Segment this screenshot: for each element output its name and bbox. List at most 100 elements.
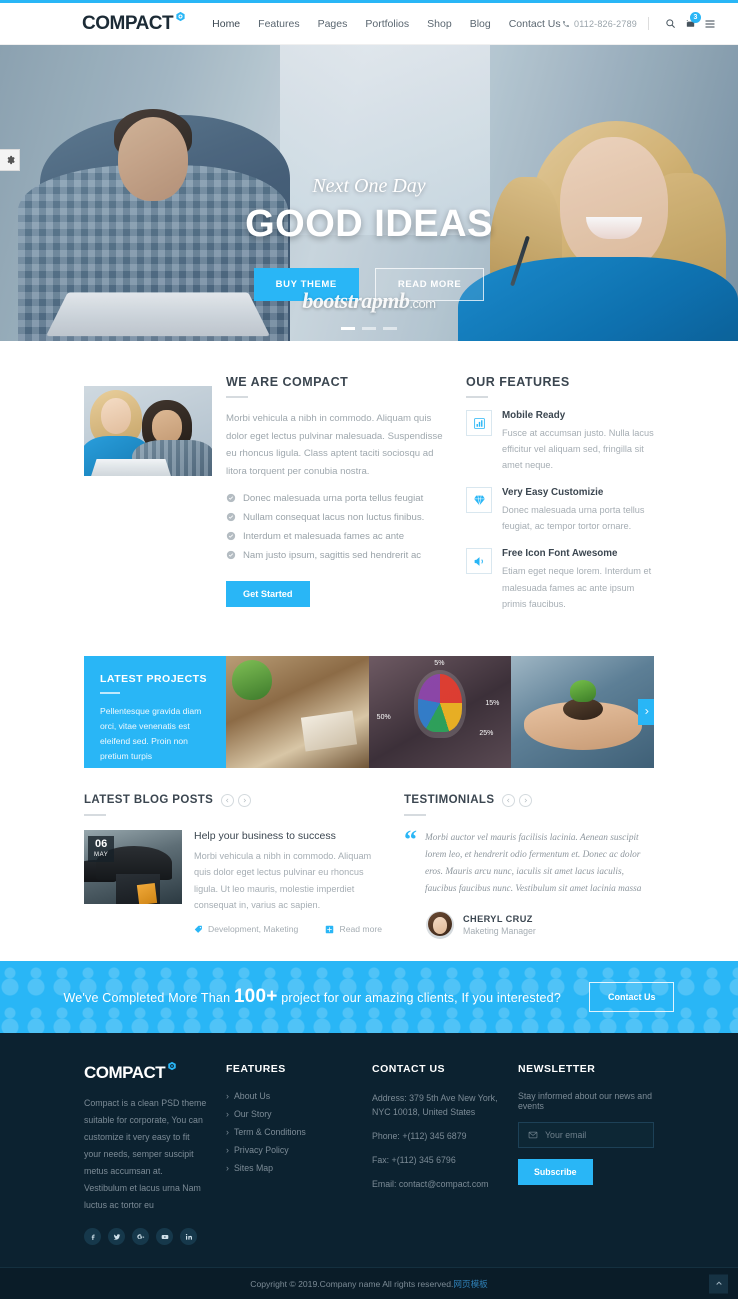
- footer-link-term-conditions[interactable]: › Term & Conditions: [226, 1127, 372, 1137]
- facebook-icon[interactable]: [84, 1228, 101, 1246]
- hero-dot-3[interactable]: [383, 327, 398, 330]
- newsletter-field[interactable]: [518, 1121, 654, 1148]
- blog-date-badge: 06 MAY: [88, 835, 115, 862]
- footer-logo[interactable]: COMPACT: [84, 1061, 208, 1083]
- hero-dot-2[interactable]: [362, 327, 376, 330]
- list-item: Nullam consequat lacus non luctus finibu…: [226, 512, 444, 523]
- testimonials-column: TESTIMONIALS “ Morbi auctor vel mauris f…: [404, 793, 654, 939]
- nav-item-contact-us[interactable]: Contact Us: [509, 18, 561, 30]
- feature-text: Donec malesuada urna porta tellus feugia…: [502, 505, 645, 532]
- tag-icon: [194, 925, 203, 934]
- author-role: Maketing Manager: [463, 925, 536, 936]
- footer-about-text: Compact is a clean PSD theme suitable fo…: [84, 1097, 207, 1211]
- list-item-label: Interdum et malesuada fames ac ante: [243, 530, 405, 542]
- site-header: COMPACT Home Features Pages Portfolios S…: [0, 3, 738, 45]
- cta-text-before: We've Completed More Than: [63, 990, 234, 1005]
- cart-icon[interactable]: 3: [680, 12, 701, 29]
- newsletter-email-input[interactable]: [545, 1129, 644, 1140]
- blog-tags-label: Development, Maketing: [208, 924, 299, 934]
- header-divider: [648, 17, 649, 30]
- testimonials-title: TESTIMONIALS: [404, 794, 495, 807]
- blog-arrows: [221, 793, 252, 807]
- search-icon[interactable]: [660, 18, 680, 29]
- feature-item: Mobile Ready Fusce at accumsan justo. Nu…: [466, 410, 654, 473]
- title-underline: [84, 813, 106, 816]
- blog-read-more-label: Read more: [339, 924, 382, 934]
- header-phone[interactable]: 0112-826-2789: [562, 19, 637, 29]
- footer-email[interactable]: Email: contact@compact.com: [372, 1177, 518, 1192]
- list-item-label: Nullam consequat lacus non luctus finibu…: [243, 511, 425, 523]
- linkedin-icon[interactable]: [180, 1228, 197, 1246]
- chevron-right-icon: ›: [226, 1126, 229, 1137]
- footer-link-our-story[interactable]: › Our Story: [226, 1109, 372, 1119]
- about-features-section: WE ARE COMPACT Morbi vehicula a nibh in …: [0, 341, 738, 652]
- copyright-link[interactable]: 网页模板: [453, 1279, 487, 1289]
- feature-heading: Mobile Ready: [502, 410, 566, 421]
- testimonials-header: TESTIMONIALS: [404, 793, 654, 807]
- header-utilities: 0112-826-2789 3: [562, 12, 720, 30]
- features-title: OUR FEATURES: [466, 375, 570, 389]
- logo-text: COMPACT: [82, 12, 174, 34]
- projects-title: LATEST PROJECTS: [100, 672, 208, 685]
- testimonials-next-icon[interactable]: [519, 793, 533, 807]
- scroll-to-top-icon[interactable]: [709, 1274, 728, 1294]
- get-started-button[interactable]: Get Started: [226, 580, 310, 607]
- hexagon-target-icon: [175, 11, 186, 22]
- feature-item: Free Icon Font Awesome Etiam eget neque …: [466, 548, 654, 611]
- cta-contact-us-button[interactable]: Contact Us: [588, 981, 675, 1012]
- feature-text: Etiam eget neque lorem. Interdum et male…: [502, 566, 652, 609]
- chart-label-25: 25%: [479, 729, 494, 737]
- chevron-right-icon[interactable]: [638, 698, 654, 725]
- quote-icon: “: [404, 824, 417, 854]
- hero-content: Next One Day GOOD IDEAS BUY THEME READ M…: [0, 175, 738, 301]
- project-card-2[interactable]: 5% 15% 25% 50%: [368, 655, 512, 768]
- site-footer: COMPACT Compact is a clean PSD theme sui…: [0, 1032, 738, 1268]
- nav-item-portfolios[interactable]: Portfolios: [365, 18, 409, 30]
- copyright-label: Copyright © 2019.Company name All rights…: [250, 1278, 454, 1289]
- project-card-3[interactable]: [511, 655, 654, 768]
- footer-contact-column: CONTACT US Address: 379 5th Ave New York…: [372, 1063, 518, 1246]
- copyright-bar: Copyright © 2019.Company name All rights…: [0, 1267, 738, 1299]
- twitter-icon[interactable]: [108, 1228, 125, 1246]
- blog-thumbnail[interactable]: 06 MAY: [84, 829, 182, 904]
- hero-dot-1[interactable]: [340, 327, 355, 330]
- gear-icon[interactable]: [0, 149, 20, 171]
- hero-pagination[interactable]: [0, 321, 738, 333]
- title-underline: [100, 691, 120, 694]
- copyright-text: Copyright © 2019.Company name All rights…: [250, 1278, 488, 1290]
- nav-item-pages[interactable]: Pages: [318, 18, 348, 30]
- footer-phone: Phone: +(112) 345 6879: [372, 1131, 467, 1142]
- list-item-label: Donec malesuada urna porta tellus feugia…: [243, 492, 424, 504]
- list-item: Interdum et malesuada fames ac ante: [226, 531, 444, 542]
- nav-item-shop[interactable]: Shop: [427, 18, 452, 30]
- google-plus-icon[interactable]: [132, 1228, 149, 1246]
- footer-features-links: › About Us › Our Story › Term & Conditions …: [226, 1091, 372, 1173]
- youtube-icon[interactable]: [156, 1228, 173, 1246]
- blog-read-more[interactable]: Read more: [325, 924, 382, 934]
- blog-post-meta: Development, Maketing Read more: [194, 924, 382, 934]
- blog-tags[interactable]: Development, Maketing: [194, 924, 298, 934]
- blog-post-excerpt: Morbi vehicula a nibh in commodo. Aliqua…: [194, 850, 372, 911]
- subscribe-button[interactable]: Subscribe: [518, 1158, 593, 1185]
- hamburger-menu-icon[interactable]: [700, 18, 720, 30]
- hero-title: GOOD IDEAS: [245, 203, 493, 245]
- nav-item-features[interactable]: Features: [258, 18, 299, 30]
- blog-post-title[interactable]: Help your business to success: [194, 830, 382, 842]
- envelope-icon: [528, 1130, 538, 1140]
- footer-link-about-us[interactable]: › About Us: [226, 1091, 372, 1101]
- chevron-right-icon: ›: [226, 1090, 229, 1101]
- blog-next-icon[interactable]: [238, 793, 252, 807]
- header-phone-number: 0112-826-2789: [574, 18, 637, 29]
- project-card-1[interactable]: [226, 655, 369, 768]
- cta-text: We've Completed More Than 100+ project f…: [64, 986, 561, 1008]
- logo[interactable]: COMPACT: [82, 11, 186, 35]
- testimonials-prev-icon[interactable]: [502, 793, 516, 807]
- footer-logo-text: COMPACT: [84, 1062, 166, 1082]
- footer-contact-details: Address: 379 5th Ave New York, NYC 10018…: [372, 1091, 518, 1193]
- footer-link-privacy-policy[interactable]: › Privacy Policy: [226, 1145, 372, 1155]
- footer-link-sites-map[interactable]: › Sites Map: [226, 1163, 372, 1173]
- nav-item-blog[interactable]: Blog: [470, 18, 491, 30]
- blog-prev-icon[interactable]: [221, 793, 235, 807]
- nav-item-home[interactable]: Home: [212, 18, 240, 30]
- blog-body: Help your business to success Morbi vehi…: [194, 830, 382, 934]
